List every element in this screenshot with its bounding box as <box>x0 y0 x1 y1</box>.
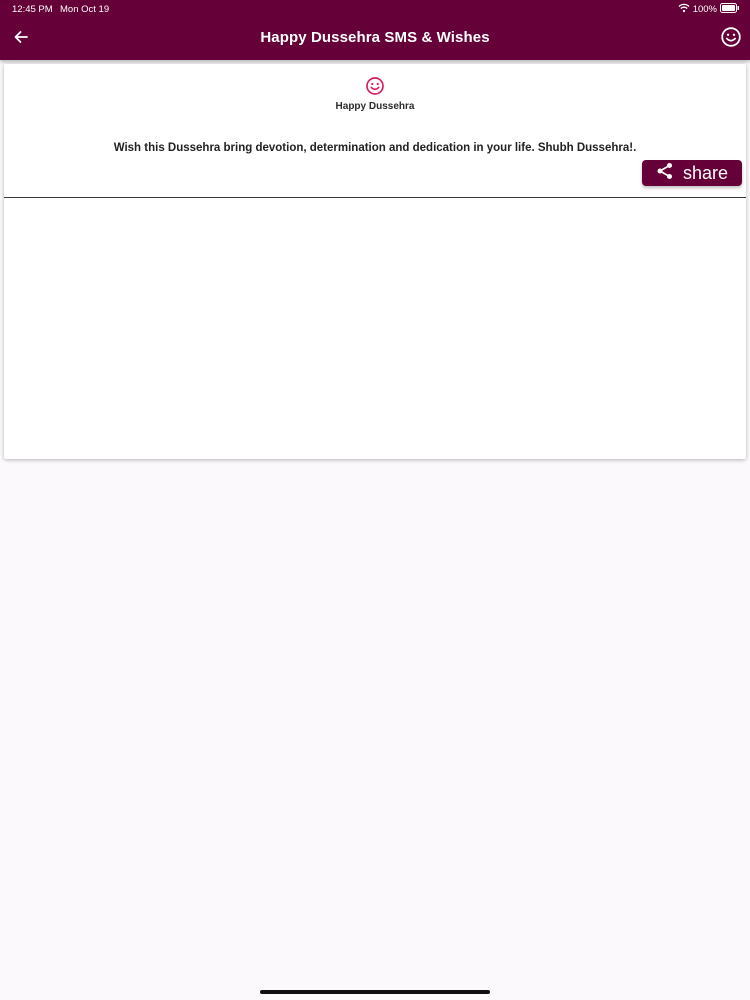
wish-message: Wish this Dussehra bring devotion, deter… <box>113 142 637 154</box>
status-bar: 12:45 PM Mon Oct 19 100% <box>0 0 750 18</box>
app-bar: Happy Dussehra SMS & Wishes <box>0 18 750 60</box>
wifi-icon <box>678 3 690 16</box>
wish-card: Happy Dussehra Wish this Dussehra bring … <box>4 64 746 459</box>
smiley-button[interactable] <box>718 26 744 52</box>
smiley-icon <box>720 26 742 53</box>
card-heading: Happy Dussehra <box>335 101 415 112</box>
status-time: 12:45 PM <box>12 4 53 15</box>
share-button[interactable]: share <box>642 160 742 186</box>
share-icon <box>656 162 674 185</box>
status-date: Mon Oct 19 <box>60 4 110 15</box>
page-title: Happy Dussehra SMS & Wishes <box>260 29 490 46</box>
share-label: share <box>683 162 729 183</box>
battery-percent: 100% <box>692 4 717 15</box>
battery-icon <box>720 3 740 16</box>
smiley-icon <box>365 76 385 101</box>
card-icon-wrap <box>4 76 746 101</box>
status-indicators: 100% <box>678 3 740 16</box>
home-indicator[interactable] <box>260 990 490 994</box>
divider <box>4 197 746 198</box>
